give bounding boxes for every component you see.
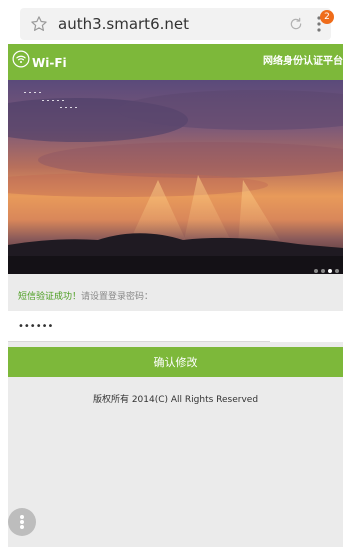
sunset-banner-image [8, 80, 343, 274]
star-icon[interactable] [30, 15, 48, 33]
slide-indicator[interactable] [311, 258, 339, 273]
slide-dot-active[interactable] [328, 269, 332, 273]
sms-status-message: 短信验证成功！请设置登录密码： [18, 291, 153, 303]
set-password-prompt: 请设置登录密码： [81, 292, 154, 302]
fab-dot-icon [20, 525, 24, 529]
password-field[interactable] [8, 311, 270, 342]
address-bar[interactable]: auth3.smart6.net 2 [20, 8, 334, 40]
password-field-extension [270, 311, 343, 342]
slide-dot[interactable] [335, 269, 339, 273]
sms-verified-text: 短信验证成功！ [18, 292, 82, 302]
banner-carousel[interactable] [8, 80, 343, 274]
floating-menu-button[interactable] [8, 508, 36, 536]
url-text[interactable]: auth3.smart6.net [58, 15, 189, 33]
copyright-text: 版权所有 2014(C) All Rights Reserved [92, 395, 259, 405]
slide-dot[interactable] [321, 269, 325, 273]
confirm-change-button[interactable]: 确认修改 [8, 347, 343, 377]
slide-dot[interactable] [314, 269, 318, 273]
fab-dot-icon [20, 520, 24, 524]
site-header: Wi-Fi 网络身份认证平台 [8, 44, 343, 80]
wifi-label: Wi-Fi [32, 56, 67, 70]
browser-toolbar: auth3.smart6.net 2 [8, 0, 343, 44]
reload-icon[interactable] [288, 16, 304, 32]
wifi-icon [12, 50, 30, 68]
fab-dot-icon [20, 515, 24, 519]
platform-title: 网络身份认证平台 [263, 56, 343, 67]
app-frame: auth3.smart6.net 2 Wi-Fi 网络身份认证平台 短信验证成功… [8, 0, 343, 547]
notification-badge[interactable]: 2 [320, 10, 334, 24]
